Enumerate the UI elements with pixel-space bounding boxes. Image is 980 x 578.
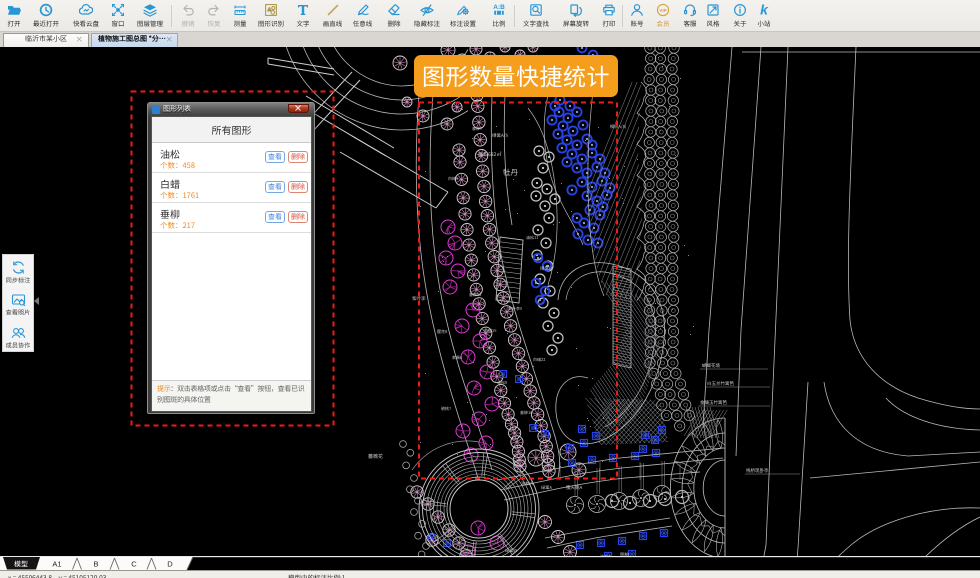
svg-text:金镶玉竹篱笆: 金镶玉竹篱笆 [700,399,727,406]
svg-text:油松A: 油松A [521,481,533,487]
svg-text:槐天鹅A: 槐天鹅A [566,484,582,491]
svg-text:A:B: A:B [493,4,505,11]
svg-text:紫叶李5: 紫叶李5 [508,306,522,312]
svg-text:牡丹: 牡丹 [503,167,518,178]
svg-text:蔷薇花: 蔷薇花 [368,453,383,460]
svg-text:白蜡22: 白蜡22 [533,357,546,363]
svg-text:A1: A1 [52,560,61,569]
svg-text:油松9: 油松9 [497,380,507,386]
svg-text:绿篱/5: 绿篱/5 [505,548,518,554]
svg-text:碧桃7: 碧桃7 [441,406,452,412]
svg-text:B: B [93,560,98,569]
svg-text:面积682㎡: 面积682㎡ [478,151,501,158]
svg-text:VIP: VIP [659,8,666,13]
svg-text:k: k [760,3,769,17]
svg-text:D: D [167,560,173,569]
svg-text:模纹A/5): 模纹A/5) [610,123,627,130]
svg-text:C: C [131,560,137,569]
svg-text:垂柳7: 垂柳7 [472,126,483,132]
svg-text:绿篱A/5: 绿篱A/5 [492,133,508,139]
svg-text:栈桥现卧亭: 栈桥现卧亭 [746,467,769,474]
svg-text:垂柳12: 垂柳12 [469,292,482,298]
svg-text:白玉兰竹篱笆: 白玉兰竹篱笆 [707,380,734,387]
svg-text:白蜡9: 白蜡9 [448,176,458,182]
svg-text:蝴蝶花境: 蝴蝶花境 [702,363,720,369]
svg-text:模型: 模型 [14,560,28,570]
svg-text:白蜡15: 白蜡15 [484,328,496,334]
svg-text:樱花8: 樱花8 [437,328,448,335]
svg-text:绿篱A: 绿篱A [541,485,552,491]
svg-text:垂柳18: 垂柳18 [520,410,533,416]
svg-text:绿篱B: 绿篱B [540,266,552,272]
svg-text:油松11: 油松11 [526,235,538,241]
